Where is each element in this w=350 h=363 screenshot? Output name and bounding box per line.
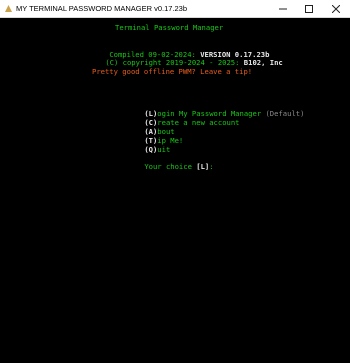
tip-banner: Pretty good offline PWM? Leave a tip! xyxy=(92,67,253,76)
minimize-button[interactable] xyxy=(270,0,296,17)
choice-prompt-colon: : xyxy=(209,162,214,171)
close-icon xyxy=(332,4,340,13)
app-name-heading: Terminal Password Manager xyxy=(115,23,224,32)
terminal-screen[interactable]: Terminal Password Manager Compiled 09-02… xyxy=(0,18,350,363)
maximize-button[interactable] xyxy=(296,0,322,17)
app-icon xyxy=(4,4,13,13)
window-title: MY TERMINAL PASSWORD MANAGER v0.17.23b xyxy=(16,4,188,13)
close-button[interactable] xyxy=(322,0,350,17)
maximize-icon xyxy=(305,4,313,13)
choice-default-value: [L] xyxy=(196,162,210,171)
copyright-text: (C) copyright 2019-2024 - 2025: xyxy=(105,58,244,67)
window-titlebar[interactable]: MY TERMINAL PASSWORD MANAGER v0.17.23b xyxy=(0,0,350,18)
menu-default-tag: (Default) xyxy=(261,109,305,118)
company-name: B102, Inc xyxy=(243,58,283,67)
minimize-icon xyxy=(279,8,287,9)
choice-prompt-label: Your choice xyxy=(144,162,197,171)
choice-prompt[interactable]: Your choice [L]: xyxy=(127,153,214,180)
